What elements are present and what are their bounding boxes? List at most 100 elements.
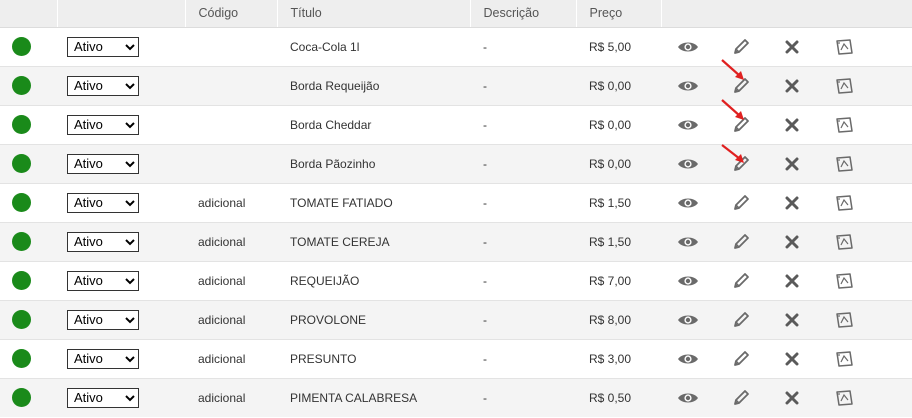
- close-icon[interactable]: [785, 118, 799, 132]
- table-row: Ativo adicional PIMENTA CALABRESA - R$ 0,50: [0, 377, 912, 417]
- codigo-cell: [185, 104, 277, 144]
- preco-cell: R$ 1,50: [576, 182, 661, 222]
- status-indicator: [12, 349, 31, 368]
- status-cell: [0, 104, 57, 144]
- image-icon[interactable]: [834, 155, 854, 173]
- descricao-cell: -: [470, 377, 576, 417]
- status-select-cell: Ativo: [57, 260, 185, 300]
- table-row: Ativo Borda Cheddar - R$ 0,00: [0, 104, 912, 144]
- descricao-cell: -: [470, 65, 576, 105]
- header-descricao[interactable]: Descrição: [470, 0, 577, 28]
- descricao-cell: -: [470, 299, 576, 339]
- status-select[interactable]: Ativo: [67, 387, 139, 408]
- table-row: Ativo Borda Requeijão - R$ 0,00: [0, 65, 912, 105]
- status-select-cell: Ativo: [57, 65, 185, 105]
- image-icon[interactable]: [834, 116, 854, 134]
- close-icon[interactable]: [785, 196, 799, 210]
- status-indicator: [12, 154, 31, 173]
- pencil-icon[interactable]: [732, 233, 750, 251]
- table-row: Ativo Borda Pãozinho - R$ 0,00: [0, 143, 912, 183]
- titulo-cell: Borda Requeijão: [277, 65, 470, 105]
- close-icon[interactable]: [785, 352, 799, 366]
- codigo-cell: adicional: [185, 182, 277, 222]
- eye-icon[interactable]: [677, 40, 699, 54]
- codigo-cell: adicional: [185, 299, 277, 339]
- close-icon[interactable]: [785, 157, 799, 171]
- table-row: Ativo adicional PRESUNTO - R$ 3,00: [0, 338, 912, 378]
- preco-cell: R$ 7,00: [576, 260, 661, 300]
- status-indicator: [12, 76, 31, 95]
- image-icon[interactable]: [834, 233, 854, 251]
- image-icon[interactable]: [834, 350, 854, 368]
- descricao-cell: -: [470, 260, 576, 300]
- pencil-icon[interactable]: [732, 194, 750, 212]
- image-icon[interactable]: [834, 38, 854, 56]
- pencil-icon[interactable]: [732, 116, 750, 134]
- status-select[interactable]: Ativo: [67, 309, 139, 330]
- close-icon[interactable]: [785, 40, 799, 54]
- table-row: Ativo adicional TOMATE FATIADO - R$ 1,50: [0, 182, 912, 222]
- image-icon[interactable]: [834, 272, 854, 290]
- status-select[interactable]: Ativo: [67, 153, 139, 174]
- eye-icon[interactable]: [677, 157, 699, 171]
- close-icon[interactable]: [785, 391, 799, 405]
- status-indicator: [12, 271, 31, 290]
- eye-icon[interactable]: [677, 79, 699, 93]
- header-codigo[interactable]: Código: [185, 0, 278, 28]
- status-select[interactable]: Ativo: [67, 114, 139, 135]
- header-preco[interactable]: Preço: [576, 0, 662, 28]
- table-row: Ativo Coca-Cola 1l - R$ 5,00: [0, 26, 912, 66]
- status-select[interactable]: Ativo: [67, 75, 139, 96]
- pencil-icon[interactable]: [732, 350, 750, 368]
- table-header-row: Código Título Descrição Preço: [0, 0, 912, 28]
- pencil-icon[interactable]: [732, 272, 750, 290]
- codigo-cell: adicional: [185, 221, 277, 261]
- status-cell: [0, 65, 57, 105]
- status-indicator: [12, 388, 31, 408]
- codigo-cell: adicional: [185, 338, 277, 378]
- header-actions: [661, 0, 912, 28]
- preco-cell: R$ 0,50: [576, 377, 661, 417]
- pencil-icon[interactable]: [732, 38, 750, 56]
- status-cell: [0, 299, 57, 339]
- eye-icon[interactable]: [677, 118, 699, 132]
- status-select[interactable]: Ativo: [67, 231, 139, 252]
- eye-icon[interactable]: [677, 313, 699, 327]
- image-icon[interactable]: [834, 77, 854, 95]
- status-select-cell: Ativo: [57, 182, 185, 222]
- table-row: Ativo adicional TOMATE CEREJA - R$ 1,50: [0, 221, 912, 261]
- status-indicator: [12, 310, 31, 329]
- eye-icon[interactable]: [677, 235, 699, 249]
- descricao-cell: -: [470, 338, 576, 378]
- status-cell: [0, 182, 57, 222]
- close-icon[interactable]: [785, 235, 799, 249]
- preco-cell: R$ 0,00: [576, 143, 661, 183]
- eye-icon[interactable]: [677, 391, 699, 405]
- status-select[interactable]: Ativo: [67, 348, 139, 369]
- eye-icon[interactable]: [677, 352, 699, 366]
- status-cell: [0, 143, 57, 183]
- pencil-icon[interactable]: [732, 155, 750, 173]
- close-icon[interactable]: [785, 274, 799, 288]
- status-select-cell: Ativo: [57, 26, 185, 66]
- codigo-cell: adicional: [185, 260, 277, 300]
- header-titulo[interactable]: Título: [277, 0, 471, 28]
- status-select-cell: Ativo: [57, 143, 185, 183]
- status-select[interactable]: Ativo: [67, 270, 139, 291]
- image-icon[interactable]: [834, 194, 854, 212]
- status-select[interactable]: Ativo: [67, 36, 139, 57]
- eye-icon[interactable]: [677, 274, 699, 288]
- image-icon[interactable]: [834, 311, 854, 329]
- image-icon[interactable]: [834, 389, 854, 407]
- status-indicator: [12, 232, 31, 251]
- close-icon[interactable]: [785, 313, 799, 327]
- preco-cell: R$ 5,00: [576, 26, 661, 66]
- pencil-icon[interactable]: [732, 311, 750, 329]
- eye-icon[interactable]: [677, 196, 699, 210]
- pencil-icon[interactable]: [732, 77, 750, 95]
- status-select[interactable]: Ativo: [67, 192, 139, 213]
- pencil-icon[interactable]: [732, 389, 750, 407]
- close-icon[interactable]: [785, 79, 799, 93]
- descricao-cell: -: [470, 26, 576, 66]
- descricao-cell: -: [470, 182, 576, 222]
